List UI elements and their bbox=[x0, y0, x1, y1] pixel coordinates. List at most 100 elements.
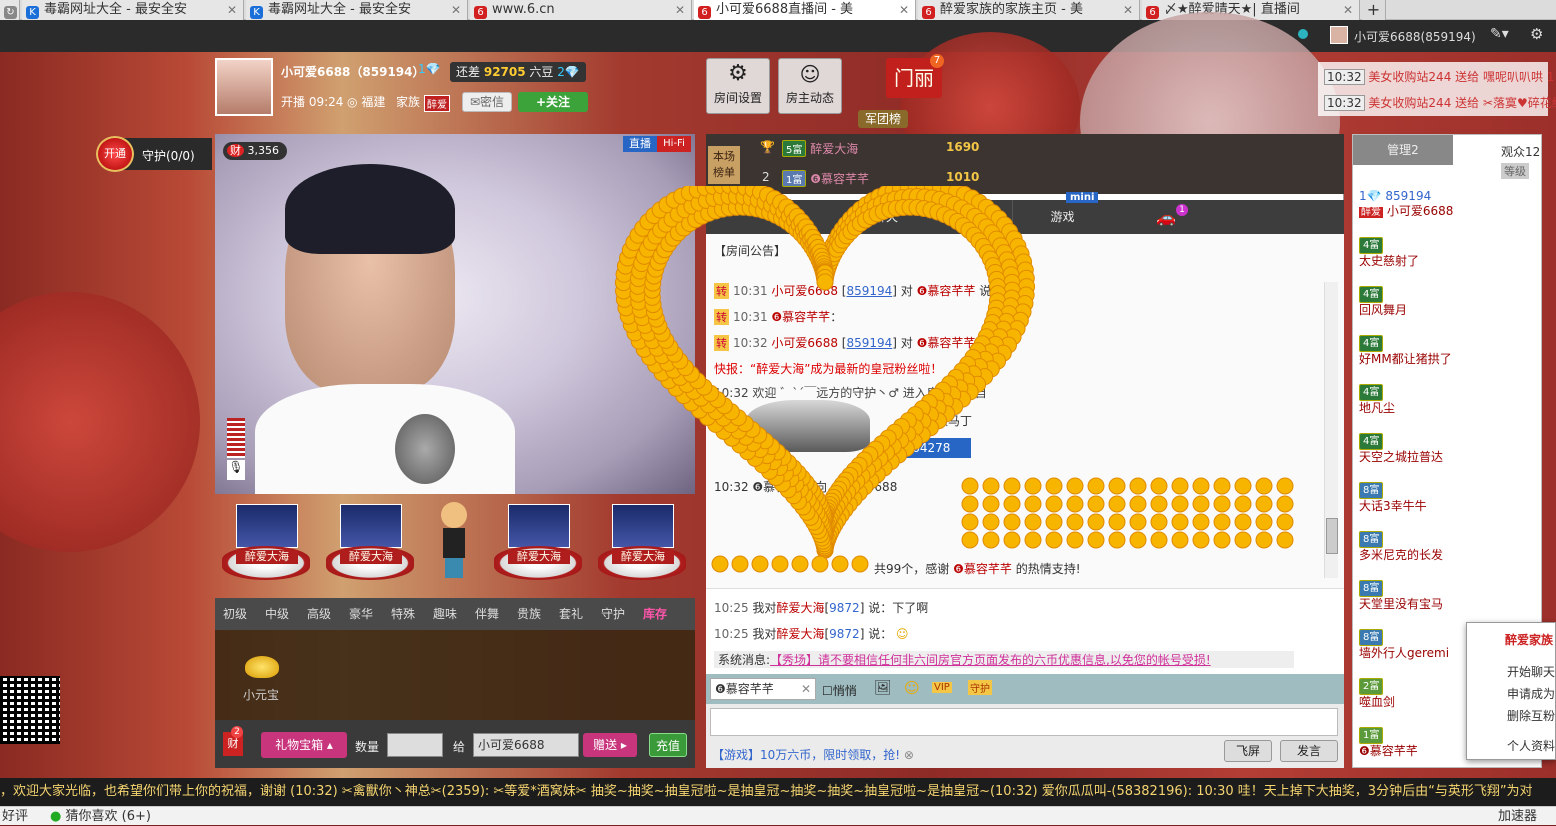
list-item[interactable]: 8富 大话3幸牛牛 bbox=[1359, 482, 1427, 514]
private-message-button[interactable]: ✉密信 bbox=[462, 92, 512, 112]
chat-message: 10:25 我对醉爱大海[9872] 说：下了啊 bbox=[714, 601, 929, 615]
close-tab-icon[interactable]: ✕ bbox=[899, 0, 909, 20]
tab-gift-dance[interactable]: 伴舞 bbox=[475, 598, 499, 630]
new-tab-button[interactable]: + bbox=[1362, 0, 1386, 20]
browser-tab-partial[interactable]: ↻ bbox=[0, 0, 20, 20]
rank-row-2[interactable]: 1富 ❻慕容芊芊 bbox=[782, 170, 869, 187]
list-item[interactable]: 1💎 859194 醉爱 小可爱6688 bbox=[1359, 189, 1453, 220]
open-guard-button[interactable]: 开通 bbox=[96, 136, 134, 172]
balloon-decoration bbox=[0, 292, 200, 552]
hifi-button[interactable]: Hi-Fi bbox=[657, 136, 691, 152]
rank-value: 1690 bbox=[946, 140, 980, 154]
gift-item-label[interactable]: 小元宝 bbox=[243, 686, 279, 703]
follow-button[interactable]: +关注 bbox=[518, 92, 588, 112]
image-icon[interactable]: 🖼 bbox=[874, 680, 892, 696]
list-item[interactable]: 8富 多米尼克的长发 bbox=[1359, 531, 1443, 563]
send-gift-button[interactable]: 赠送 ▸ bbox=[583, 733, 637, 757]
duck-icon bbox=[811, 555, 829, 573]
tab-gift-advanced[interactable]: 高级 bbox=[307, 598, 331, 630]
menu-item-start-chat[interactable]: 开始聊天 bbox=[1507, 663, 1555, 680]
list-item[interactable]: 1富 ❻慕容芊芊 bbox=[1359, 727, 1418, 759]
list-item[interactable]: 4富 天空之城拉普达 bbox=[1359, 433, 1443, 465]
guard-count[interactable]: 守护(0/0) bbox=[142, 147, 195, 164]
chat-target-select[interactable]: ❻慕容芊芊 ✕ bbox=[710, 678, 816, 700]
close-tab-icon[interactable]: ✕ bbox=[227, 0, 237, 20]
close-tab-icon[interactable]: ✕ bbox=[451, 0, 461, 20]
close-tab-icon[interactable]: ✕ bbox=[1343, 0, 1353, 20]
gold-ingot-icon[interactable] bbox=[245, 656, 279, 678]
gift-display-slot[interactable]: 醉爱大海 bbox=[322, 500, 414, 584]
level-sort[interactable]: 等级 bbox=[1501, 163, 1529, 179]
guess-like-link[interactable]: ● 猜你喜欢 (6+) bbox=[50, 807, 151, 826]
gift-box-button[interactable]: 礼物宝箱 ▴ bbox=[261, 732, 347, 758]
browser-tab-1[interactable]: K 毒霸网址大全 - 最安全安 ✕ bbox=[22, 0, 244, 20]
tab-gift-noble[interactable]: 贵族 bbox=[517, 598, 541, 630]
tab-gift-basic[interactable]: 初级 bbox=[223, 598, 247, 630]
fly-screen-button[interactable]: 飞屏 bbox=[1224, 740, 1272, 762]
duck-icon bbox=[1255, 531, 1273, 549]
room-settings-button[interactable]: ⚙ 房间设置 bbox=[706, 58, 770, 114]
accelerator-link[interactable]: 加速器 bbox=[1498, 807, 1537, 826]
current-user[interactable]: 小可爱6688(859194) bbox=[1354, 28, 1476, 45]
menu-item-profile[interactable]: 个人资料 bbox=[1507, 737, 1555, 754]
browser-tab-active[interactable]: 6 小可爱6688直播间 - 美 ✕ bbox=[694, 0, 916, 20]
promo-link[interactable]: 【游戏】10万六币，限时领取，抢! ⊗ bbox=[712, 746, 914, 763]
close-tab-icon[interactable]: ✕ bbox=[1123, 0, 1133, 20]
settings-icon[interactable]: ⚙ bbox=[1530, 25, 1543, 43]
send-message-button[interactable]: 发言 bbox=[1280, 740, 1338, 762]
list-item[interactable]: 2富 噬血剑 bbox=[1359, 678, 1395, 710]
status-icon[interactable] bbox=[1298, 29, 1308, 39]
emoji-icon[interactable]: ☺ bbox=[904, 679, 920, 697]
tab-gift-fun[interactable]: 趣味 bbox=[433, 598, 457, 630]
list-item[interactable]: 4富 好MM都让猪拱了 bbox=[1359, 335, 1452, 367]
vip-icon[interactable]: VIP bbox=[932, 682, 952, 693]
edit-icon[interactable]: ✎▾ bbox=[1490, 26, 1509, 42]
browser-tab-2[interactable]: K 毒霸网址大全 - 最安全安 ✕ bbox=[246, 0, 468, 20]
browser-tab-bar: ↻ K 毒霸网址大全 - 最安全安 ✕ K 毒霸网址大全 - 最安全安 ✕ 6 www.6… bbox=[0, 0, 1556, 20]
rating-link[interactable]: 好评 bbox=[2, 807, 28, 826]
mic-icon[interactable]: 🎙 bbox=[227, 460, 245, 480]
host-news-button[interactable]: ☺ 房主动态 bbox=[778, 58, 842, 114]
chat-input[interactable] bbox=[710, 708, 1338, 736]
list-item[interactable]: 4富 回风舞月 bbox=[1359, 286, 1407, 318]
guard-emoji-icon[interactable]: 守护 bbox=[968, 680, 992, 695]
list-item[interactable]: 4富 地凡尘 bbox=[1359, 384, 1395, 416]
tab-viewers[interactable]: 观众12 bbox=[1501, 143, 1540, 160]
tab-gift-inventory[interactable]: 库存 bbox=[643, 598, 667, 630]
volume-meter bbox=[227, 418, 245, 458]
list-item[interactable]: 8富 天堂里没有宝马 bbox=[1359, 580, 1443, 612]
tab-gift-intermediate[interactable]: 中级 bbox=[265, 598, 289, 630]
browser-tab-5[interactable]: 6 醉爱家族的家族主页 - 美 ✕ bbox=[918, 0, 1140, 20]
to-label: 给 bbox=[453, 740, 466, 754]
list-item[interactable]: 4富 太史慈射了 bbox=[1359, 237, 1419, 269]
recharge-button[interactable]: 充值 bbox=[649, 733, 687, 757]
chat-scrollbar[interactable] bbox=[1324, 282, 1338, 578]
rank-row-1[interactable]: 5富 醉爱大海 bbox=[782, 140, 858, 157]
tab-gift-guard[interactable]: 守护 bbox=[601, 598, 625, 630]
family-badge[interactable]: 醉爱 bbox=[424, 95, 450, 112]
duck-icon bbox=[1150, 513, 1168, 531]
whisper-checkbox[interactable]: ☐悄悄 bbox=[822, 682, 857, 699]
host-avatar[interactable] bbox=[215, 58, 273, 116]
host-name[interactable]: 小可爱6688（859194） bbox=[281, 63, 425, 80]
live-mode-button[interactable]: 直播 bbox=[623, 136, 657, 152]
tab-gift-special[interactable]: 特殊 bbox=[391, 598, 415, 630]
menu-item-unfollow[interactable]: 删除互粉 bbox=[1507, 707, 1555, 724]
legion-rank-button[interactable]: 军团榜 bbox=[858, 110, 908, 128]
rank-label[interactable]: 本场榜单 bbox=[708, 146, 740, 184]
gift-display-slot[interactable]: 醉爱大海 bbox=[490, 500, 582, 584]
list-item[interactable]: 8富 墙外行人geremi bbox=[1359, 629, 1449, 661]
legion-count-badge: 7 bbox=[930, 54, 944, 68]
gift-sender: 醉爱大海 bbox=[236, 550, 298, 564]
duck-icon bbox=[1192, 477, 1210, 495]
browser-tab-3[interactable]: 6 www.6.cn ✕ bbox=[470, 0, 692, 20]
tab-admin[interactable]: 管理2 bbox=[1353, 135, 1453, 165]
tab-gift-set[interactable]: 套礼 bbox=[559, 598, 583, 630]
recipient-select[interactable]: 小可爱6688 bbox=[473, 733, 579, 757]
avatar[interactable] bbox=[1330, 26, 1348, 44]
close-tab-icon[interactable]: ✕ bbox=[675, 0, 685, 20]
menu-item-apply[interactable]: 申请成为 bbox=[1507, 685, 1555, 702]
gift-display-slot[interactable]: 醉爱大海 bbox=[218, 500, 310, 584]
quantity-stepper[interactable] bbox=[387, 733, 443, 757]
tab-gift-luxury[interactable]: 豪华 bbox=[349, 598, 373, 630]
